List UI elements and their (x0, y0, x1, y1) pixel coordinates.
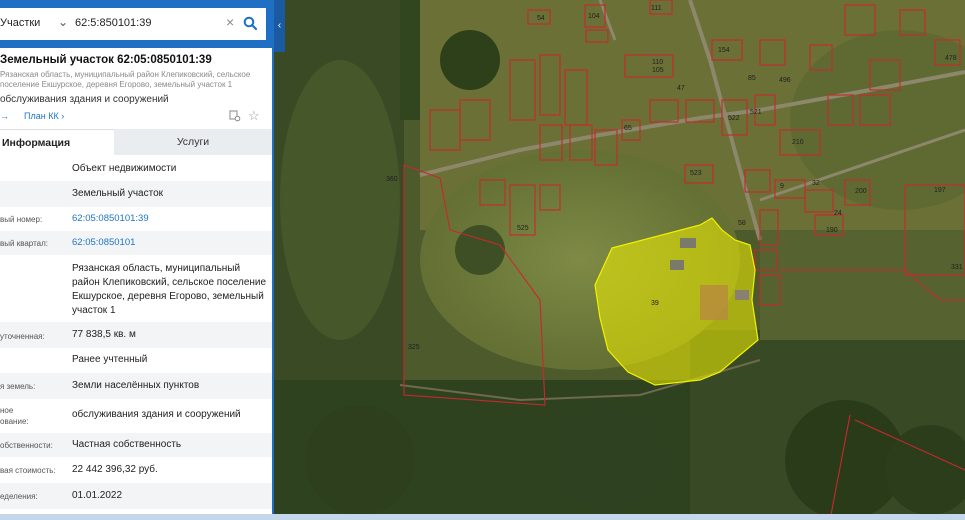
tab-services-label: Услуги (176, 136, 210, 148)
info-row: вый номер: 62:05:0850101:39 (0, 207, 272, 231)
info-row: уточненная: 77 838,5 кв. м (0, 322, 272, 348)
info-label: обственности: (0, 441, 53, 450)
parcel-label-521: 521 (750, 109, 762, 116)
info-label: ное ование: (0, 406, 29, 426)
parcel-label-110: 110 (652, 59, 663, 66)
info-value-address: Рязанская область, муниципальный район К… (72, 263, 267, 316)
back-link[interactable]: → (0, 111, 9, 121)
search-icon[interactable] (243, 16, 257, 30)
tab-services[interactable]: Услуги (114, 129, 272, 155)
info-label: вый квартал: (0, 239, 48, 248)
parcel-label-111: 111 (651, 5, 662, 12)
info-label: уточненная: (0, 332, 45, 341)
parcel-label-65: 65 (624, 125, 632, 132)
parcel-label-24: 24 (834, 210, 842, 217)
info-label: вая стоимость: (0, 466, 56, 475)
collapse-panel-button[interactable]: ‹ (274, 0, 285, 52)
info-row: вая стоимость: 22 442 396,32 руб. (0, 457, 272, 483)
info-row: ное ование: обслуживания здания и сооруж… (0, 399, 272, 433)
parcel-label-105: 105 (652, 67, 664, 74)
object-card: Земельный участок 62:05:0850101:39 Рязан… (0, 48, 272, 520)
parcel-label-54: 54 (537, 15, 545, 22)
parcel-label-210: 210 (792, 139, 804, 146)
info-value: Ранее учтенный (72, 354, 148, 365)
info-row: обственности: Частная собственность (0, 433, 272, 457)
tabs: Информация Услуги (0, 129, 272, 156)
chevron-down-icon[interactable]: ⌄ (58, 15, 68, 29)
info-label: вый номер: (0, 215, 43, 224)
parcel-label-496: 496 (779, 77, 791, 84)
search-type-select[interactable]: Участки (0, 17, 40, 29)
parcel-label-478: 478 (945, 55, 957, 62)
tab-info[interactable]: Информация (0, 129, 114, 156)
info-row: Рязанская область, муниципальный район К… (0, 255, 272, 322)
cadastral-number-link[interactable]: 62:05:0850101:39 (72, 212, 268, 226)
parcel-label-39: 39 (651, 300, 659, 307)
info-value: Объект недвижимости (72, 163, 177, 174)
info-row: Земельный участок (0, 181, 272, 207)
info-row: вый квартал: 62:05:0850101 (0, 231, 272, 255)
close-icon[interactable]: × (226, 14, 234, 30)
search-bar[interactable]: Участки ⌄ 62:5:850101:39 × (0, 8, 266, 40)
info-label: я земель: (0, 382, 36, 391)
copy-location-icon[interactable] (229, 110, 241, 122)
info-label: еделения: (0, 492, 38, 501)
parcel-label-154: 154 (718, 47, 730, 54)
parcel-label-190: 190 (826, 227, 838, 234)
parcel-label-9: 9 (780, 183, 784, 190)
object-title: Земельный участок 62:05:0850101:39 (0, 54, 212, 66)
info-value: 01.01.2022 (72, 490, 123, 501)
parcel-label-32: 32 (812, 180, 820, 187)
search-input[interactable]: 62:5:850101:39 (75, 17, 151, 29)
plan-kk-label: План КК (24, 111, 59, 121)
parcel-label-47: 47 (677, 85, 685, 92)
plan-kk-link[interactable]: План КК › (24, 111, 64, 121)
parcel-label-523: 523 (690, 170, 702, 177)
info-value: 22 442 396,32 руб. (72, 464, 158, 475)
parcel-label-58: 58 (738, 220, 746, 227)
object-purpose: обслуживания здания и сооружений (0, 94, 169, 105)
parcel-label-200: 200 (855, 188, 867, 195)
parcel-label-197: 197 (934, 187, 946, 194)
star-icon[interactable]: ☆ (248, 109, 260, 122)
parcel-label-85: 85 (748, 75, 756, 82)
info-value: Земли населённых пунктов (72, 380, 200, 391)
parcel-label-522: 522 (728, 115, 740, 122)
info-row: еделения: 01.01.2022 (0, 483, 272, 509)
object-address: Рязанская область, муниципальный район К… (0, 70, 251, 89)
info-value: обслуживания здания и сооружений (72, 409, 241, 420)
info-row: Объект недвижимости (0, 157, 272, 181)
cadastral-quarter-link[interactable]: 62:05:0850101 (72, 236, 268, 250)
tab-info-label: Информация (2, 137, 71, 149)
parcel-label-360: 360 (386, 176, 398, 183)
parcel-label-325: 325 (408, 344, 420, 351)
info-value: 77 838,5 кв. м (72, 329, 136, 340)
info-value: Частная собственность (72, 439, 182, 450)
parcel-label-525: 525 (517, 225, 529, 232)
parcel-label-331: 331 (951, 264, 963, 271)
info-value: Земельный участок (72, 188, 164, 199)
info-row: я земель: Земли населённых пунктов (0, 373, 272, 399)
status-strip (0, 514, 965, 520)
info-row: Ранее учтенный (0, 348, 272, 373)
parcel-label-104: 104 (588, 13, 600, 20)
